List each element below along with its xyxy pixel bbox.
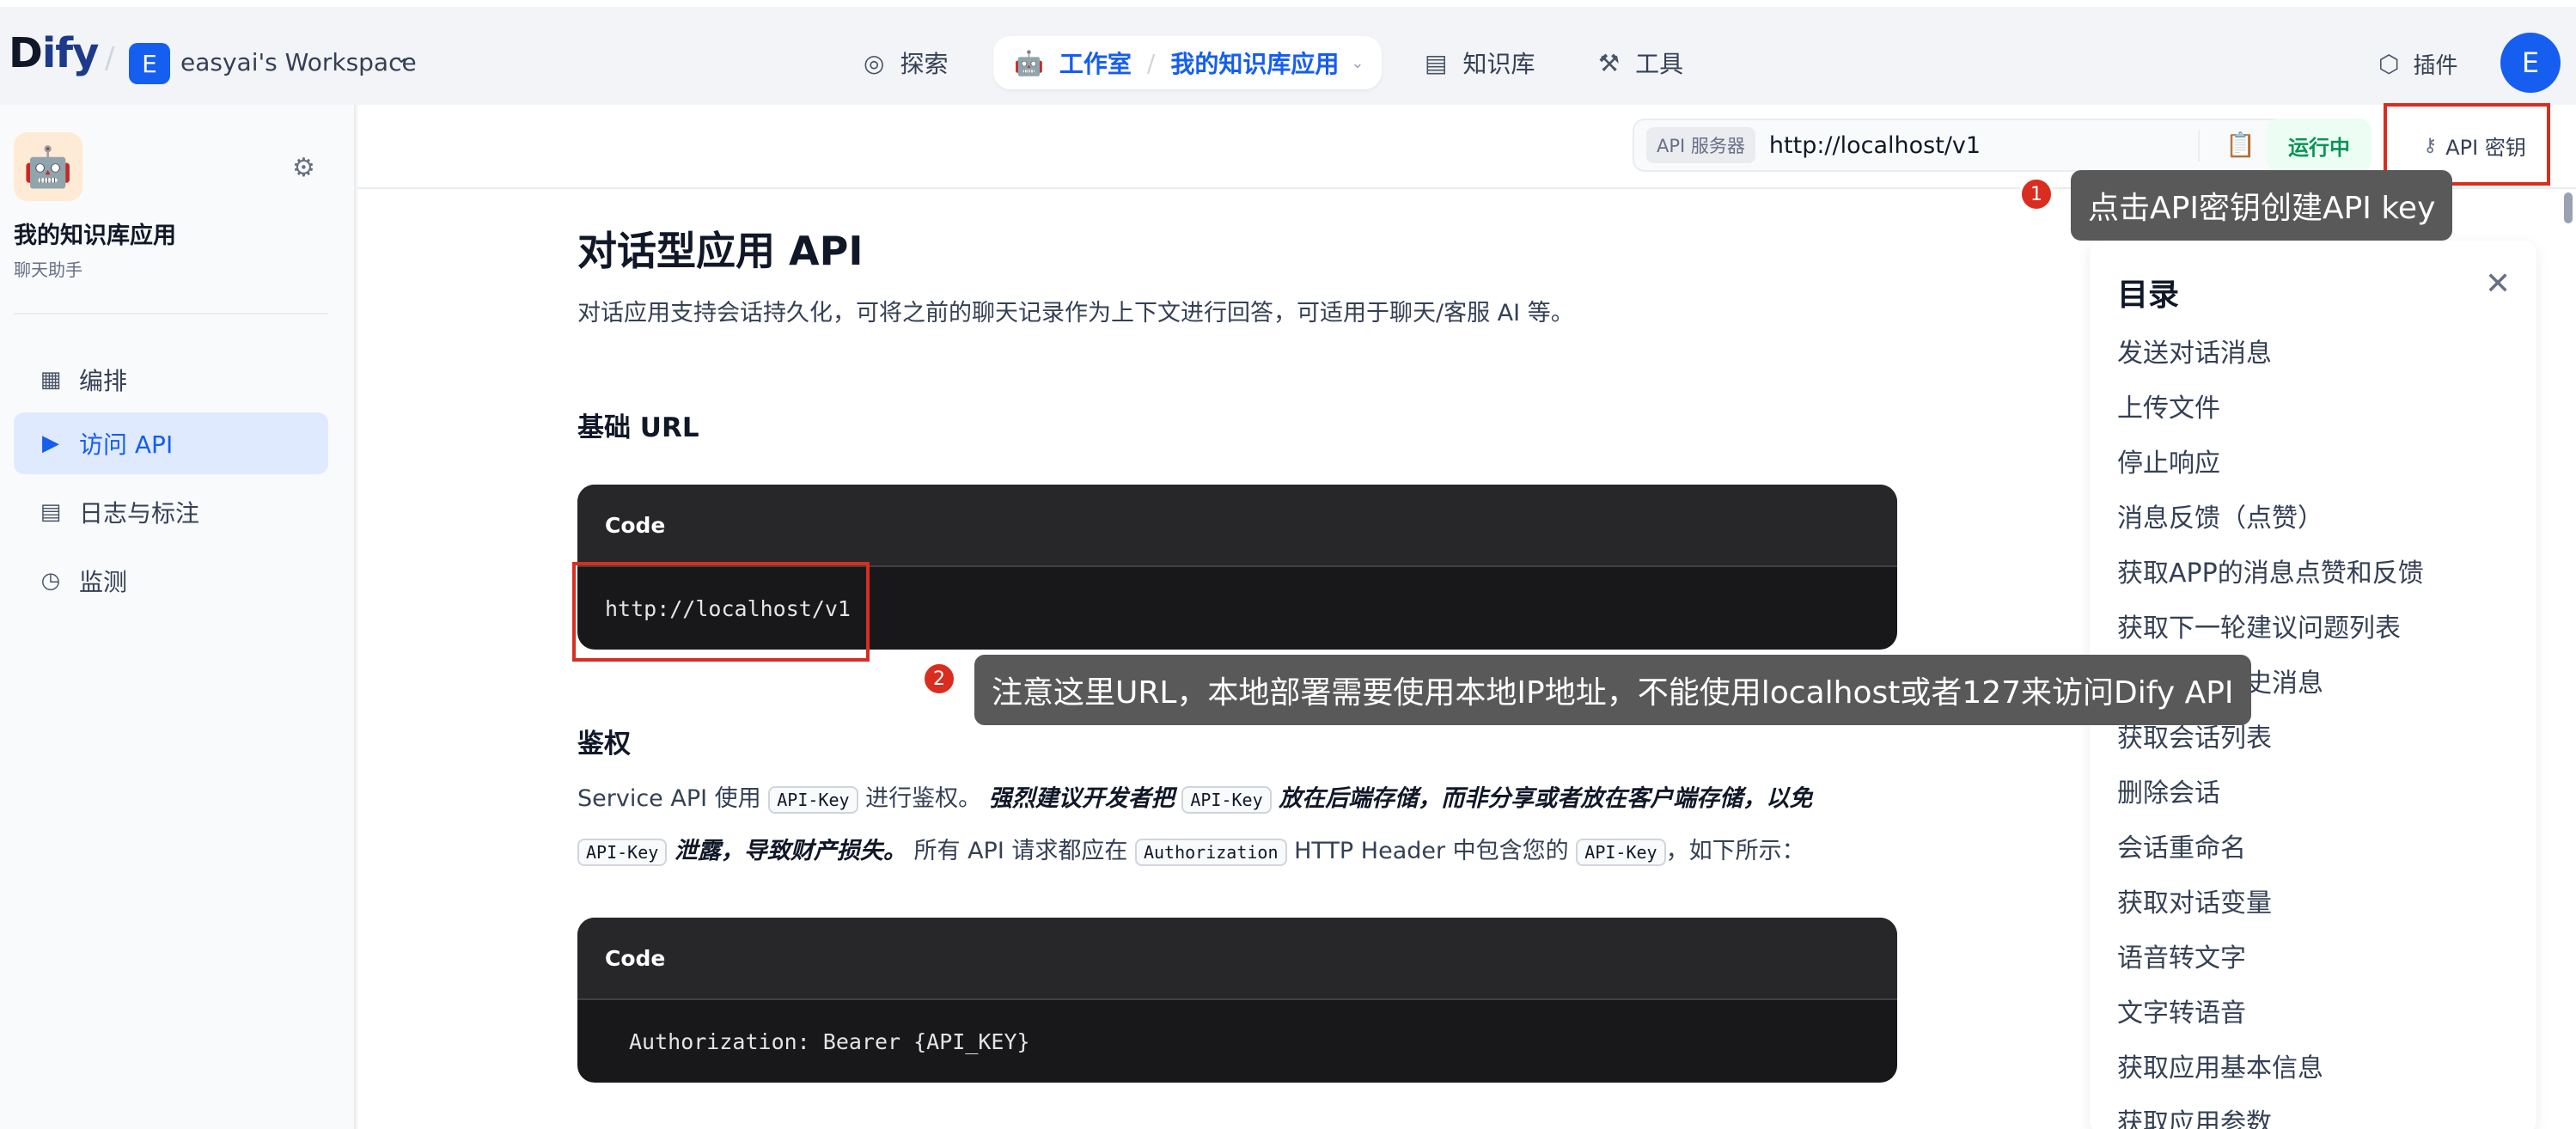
auth-text: Service API 使用 [577,785,761,812]
toc-item[interactable]: 语音转文字 [2117,937,2246,974]
app-name: 我的知识库应用 [14,223,176,249]
code-auth-header[interactable]: Authorization: Bearer {API_KEY} [577,1000,1897,1083]
terminal-icon: ▶ [42,430,59,456]
toc-item[interactable]: 获取应用参数 [2117,1102,2272,1129]
app-robot-icon: 🤖 [14,132,82,201]
nav-explore-label: 探索 [900,50,949,78]
sidebar-item-logs[interactable]: ▤ 日志与标注 [14,481,328,543]
toc-item[interactable]: 删除会话 [2117,772,2220,809]
annotation-marker-2: 2 [922,662,956,696]
plugins-label: 插件 [2413,53,2458,79]
layout-icon: ▦ [40,367,62,393]
auth-text: ，如下所示： [1665,838,1805,864]
inline-code: Authorization [1134,839,1287,866]
annotation-tooltip-1: 点击API密钥创建API key [2071,170,2453,241]
app-sidebar: 🤖 ⚙ 我的知识库应用 聊天助手 ▦ 编排 ▶ 访问 API ▤ 日志与标注 ◷… [0,105,356,1129]
annotation-tooltip-2: 注意这里URL，本地部署需要使用本地IP地址，不能使用localhost或者12… [974,655,2251,725]
code-block-auth: Code Authorization: Bearer {API_KEY} [577,918,1897,1083]
toc-item[interactable]: 停止响应 [2117,442,2220,479]
toc-item[interactable]: 获取下一轮建议问题列表 [2117,607,2401,644]
toc-item[interactable]: 获取对话变量 [2117,882,2272,919]
cube-icon: ⬡ [2378,50,2400,78]
current-app-selector[interactable]: 我的知识库应用 [1170,46,1339,80]
api-server-tag: API 服务器 [1646,127,1755,163]
auth-heading: 鉴权 [577,729,631,760]
annotation-marker-1: 1 [2019,177,2054,211]
page-title: 对话型应用 API [577,228,864,274]
toc-item[interactable]: 获取应用基本信息 [2117,1047,2323,1084]
gauge-icon: ◷ [40,568,61,594]
toc-item[interactable]: 获取APP的消息点赞和反馈 [2117,552,2424,589]
auth-text: 所有 API 请求都应在 [913,838,1128,864]
toc-item[interactable]: 上传文件 [2117,387,2220,424]
base-url-heading: 基础 URL [577,412,699,443]
nav-knowledge[interactable]: ▤ 知识库 [1425,36,1535,89]
auth-warning: 泄露，导致财产损失。 [674,838,906,864]
nav-studio-label[interactable]: 工作室 [1059,46,1132,80]
sidebar-item-label: 访问 API [79,430,174,459]
hammer-icon: ⚒ [1598,48,1621,77]
auth-text: HTTP Header 中包含您的 [1294,838,1569,864]
nav-knowledge-label: 知识库 [1462,50,1535,78]
compass-icon: ◎ [864,48,885,77]
status-badge: 运行中 [2267,119,2372,172]
toc-item[interactable]: 文字转语音 [2117,992,2246,1029]
divider [2198,131,2200,162]
app-type: 聊天助手 [14,259,82,280]
sidebar-item-api-access[interactable]: ▶ 访问 API [14,412,328,474]
code-block-label: Code [577,918,1897,1000]
book-icon: ▤ [1425,48,1448,77]
workspace-name[interactable]: easyai's Workspace [180,48,417,76]
scrollbar-thumb[interactable] [2564,192,2573,223]
toc-item[interactable]: 会话重命名 [2117,827,2246,864]
auth-paragraph: Service API 使用 API-Key 进行鉴权。 强烈建议开发者把 AP… [577,773,1901,878]
api-server-url[interactable]: http://localhost/v1 [1769,132,1981,159]
sidebar-item-label: 日志与标注 [79,499,200,528]
highlight-box-base-url [572,562,870,662]
main-content: API 服务器 http://localhost/v1 📋 运行中 ⚷ API … [357,103,2576,1129]
plugins-button[interactable]: ⬡ 插件 [2378,48,2457,80]
top-navbar: Dify / E easyai's Workspace ⌄ ◎ 探索 🤖 工作室… [0,0,2576,105]
auth-text: 进行鉴权。 [865,785,982,812]
nav-tools[interactable]: ⚒ 工具 [1598,36,1683,89]
sidebar-item-label: 编排 [79,367,128,395]
auth-warning: 放在后端存储，而非分享或者放在客户端存储，以免 [1279,785,1813,812]
toc-item[interactable]: 发送对话消息 [2117,332,2272,369]
auth-warning: 强烈建议开发者把 [988,785,1175,812]
inline-code: API-Key [577,839,668,866]
page-description: 对话应用支持会话持久化，可将之前的聊天记录作为上下文进行回答，可适用于聊天/客服… [577,300,1574,326]
user-avatar[interactable]: E [2500,33,2561,93]
toc-title: 目录 [2117,278,2180,313]
nav-tools-label: 工具 [1635,50,1684,78]
clipboard-icon[interactable]: 📋 [2225,131,2256,159]
nav-explore[interactable]: ◎ 探索 [864,36,948,89]
inline-code: API-Key [1576,839,1666,866]
code-block-label: Code [577,485,1897,567]
sidebar-item-orchestrate[interactable]: ▦ 编排 [14,349,328,411]
chevron-down-icon[interactable]: ⌄ [394,46,409,68]
chevron-down-icon[interactable]: ⌄ [1351,54,1364,72]
file-list-icon: ▤ [40,499,62,525]
api-server-field: API 服务器 http://localhost/v1 📋 [1633,119,2304,172]
dify-logo[interactable]: Dify [9,29,99,77]
nav-separator: / [1146,48,1156,77]
sidebar-item-label: 监测 [79,568,128,596]
nav-studio[interactable]: 🤖 工作室 / 我的知识库应用 ⌄ [993,36,1382,89]
sidebar-item-monitoring[interactable]: ◷ 监测 [14,550,328,612]
breadcrumb-separator: / [105,41,115,76]
inline-code: API-Key [768,786,858,814]
close-icon[interactable]: ✕ [2485,266,2511,302]
divider [14,313,328,314]
toc-item[interactable]: 消息反馈（点赞） [2117,497,2323,534]
robot-icon: 🤖 [1014,48,1044,77]
sliders-icon[interactable]: ⚙ [292,153,315,183]
workspace-avatar[interactable]: E [129,43,170,84]
inline-code: API-Key [1181,786,1272,814]
